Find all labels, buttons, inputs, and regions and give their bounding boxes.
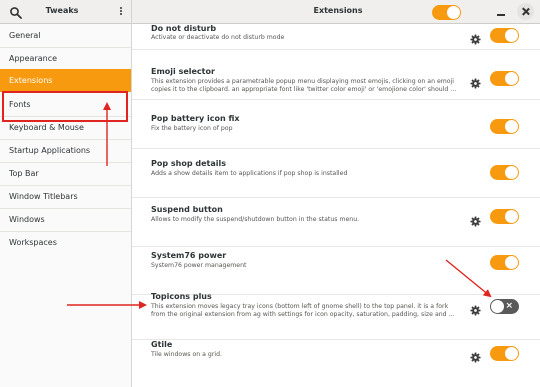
extension-toggle[interactable] <box>490 28 519 43</box>
extension-toggle[interactable] <box>490 209 519 224</box>
list-item: System76 power System76 power management <box>132 248 540 295</box>
extension-name: Do not disturb <box>151 24 217 33</box>
close-icon: × <box>505 301 513 311</box>
gear-icon[interactable] <box>470 74 481 89</box>
extension-description: System76 power management <box>151 262 247 269</box>
extension-name: Suspend button <box>151 205 223 214</box>
vertical-dots-icon[interactable] <box>118 6 124 18</box>
title-bar: Tweaks Extensions <box>0 0 540 24</box>
extension-description: Fix the battery icon of pop <box>151 125 233 132</box>
gear-icon[interactable] <box>470 301 481 316</box>
close-icon[interactable] <box>517 3 534 20</box>
gear-icon[interactable] <box>470 30 481 45</box>
extensions-list: Do not disturb Activate or deactivate do… <box>132 24 540 387</box>
app-title: Tweaks <box>45 6 79 15</box>
extension-description: This extension moves legacy tray icons (… <box>151 303 455 318</box>
extension-toggle[interactable] <box>490 119 519 134</box>
extension-name: Topicons plus <box>151 292 212 301</box>
list-item: Emoji selector This extension provides a… <box>132 51 540 100</box>
gear-icon[interactable] <box>470 212 481 227</box>
extension-toggle[interactable] <box>490 165 519 180</box>
page-title: Extensions <box>313 6 363 15</box>
extension-description: Adds a show details item to applications… <box>151 170 348 177</box>
extension-name: System76 power <box>151 251 227 260</box>
extension-toggle[interactable] <box>490 346 519 361</box>
sidebar-item-windows[interactable]: Windows <box>0 208 131 231</box>
list-item: Pop battery icon fix Fix the battery ico… <box>132 101 540 149</box>
extension-description: Allows to modify the suspend/shutdown bu… <box>151 216 360 223</box>
sidebar-item-workspaces[interactable]: Workspaces <box>0 231 131 254</box>
extension-toggle-off[interactable]: × <box>490 299 519 314</box>
list-item: Topicons plus This extension moves legac… <box>132 292 540 340</box>
sidebar-item-window-titlebars[interactable]: Window Titlebars <box>0 185 131 208</box>
sidebar-item-top-bar[interactable]: Top Bar <box>0 162 131 185</box>
list-item: Suspend button Allows to modify the susp… <box>132 199 540 247</box>
extension-description: Tile windows on a grid. <box>151 351 222 358</box>
extension-name: Pop battery icon fix <box>151 114 240 123</box>
extension-name: Pop shop details <box>151 159 226 168</box>
annotation-highlight-box <box>2 91 128 122</box>
list-item: Pop shop details Adds a show details ite… <box>132 150 540 198</box>
sidebar-item-general[interactable]: General <box>0 24 131 47</box>
extension-toggle[interactable] <box>490 71 519 86</box>
minimize-icon[interactable] <box>495 6 507 18</box>
extension-description: This extension provides a parametrable p… <box>151 78 457 93</box>
extension-name: Gtile <box>151 340 173 349</box>
extension-toggle[interactable] <box>490 255 519 270</box>
gear-icon[interactable] <box>470 348 481 363</box>
titlebar-divider <box>131 0 132 24</box>
sidebar: General Appearance Extensions Fonts Keyb… <box>0 24 132 387</box>
extensions-master-toggle[interactable] <box>432 5 461 20</box>
extension-description: Activate or deactivate do not disturb mo… <box>151 34 285 41</box>
sidebar-item-appearance[interactable]: Appearance <box>0 47 131 70</box>
extension-name: Emoji selector <box>151 67 215 76</box>
list-item: Do not disturb Activate or deactivate do… <box>132 24 540 50</box>
sidebar-item-startup-applications[interactable]: Startup Applications <box>0 139 131 162</box>
sidebar-item-extensions[interactable]: Extensions <box>0 69 131 92</box>
list-item: Gtile Tile windows on a grid. <box>132 340 540 387</box>
